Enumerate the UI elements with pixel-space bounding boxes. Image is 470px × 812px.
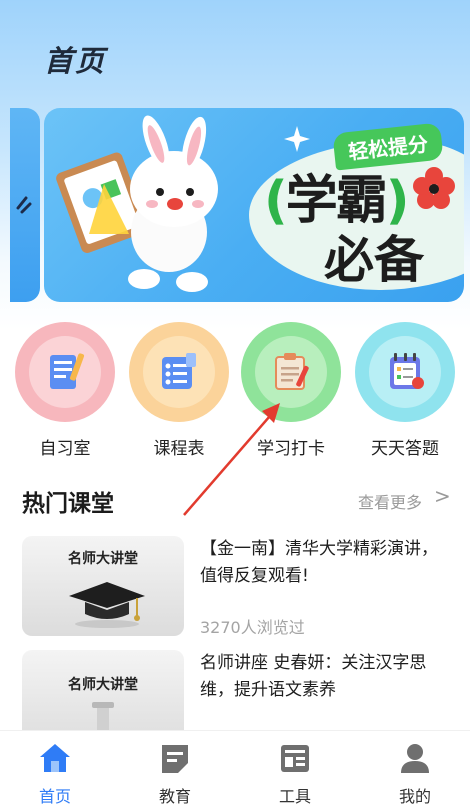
schedule-icon	[162, 353, 196, 389]
course-thumbnail: 名师大讲堂	[22, 650, 184, 730]
shortcut-inner	[29, 336, 101, 408]
check-in-icon	[275, 353, 309, 390]
banner-previous-slide[interactable]	[10, 108, 40, 302]
bottom-tab-bar: 首页 教育 工具 我的	[0, 730, 470, 812]
course-title: 【金一南】清华大学精彩演讲，值得反复观看!	[200, 539, 438, 586]
podium-icon	[92, 702, 114, 730]
tab-label: 教育	[158, 787, 191, 806]
profile-icon	[401, 744, 429, 773]
hot-courses-title: 热门课堂	[22, 491, 114, 517]
chevron-right-icon[interactable]: >	[434, 484, 451, 508]
shortcut-ring	[15, 322, 115, 422]
home-icon	[40, 744, 70, 772]
course-thumbnail: 名师大讲堂	[22, 536, 184, 636]
tab-label: 工具	[278, 787, 311, 806]
course-card[interactable]: 名师大讲堂 【金一南】清华大学精彩演讲，值得反复观看! 3270人浏览过	[22, 536, 452, 640]
thumbnail-title: 名师大讲堂	[68, 677, 138, 693]
flower-decoration-icon	[413, 167, 455, 209]
shortcut-ring	[355, 322, 455, 422]
tab-home[interactable]: 首页	[15, 741, 95, 807]
shortcut-inner	[369, 336, 441, 408]
tab-profile[interactable]: 我的	[375, 741, 455, 807]
page-title: 首页	[44, 44, 107, 78]
slide-peek-graphic	[16, 196, 32, 214]
thumbnail-title: 名师大讲堂	[68, 551, 138, 567]
shortcut-study-room[interactable]: 自习室	[10, 322, 120, 459]
sparkle-decoration-icon	[284, 126, 310, 152]
education-icon	[162, 745, 188, 773]
course-title: 名师讲座 史春妍：关注汉字思维，提升语文素养	[200, 653, 427, 700]
tab-tools[interactable]: 工具	[255, 741, 335, 807]
tab-label: 首页	[38, 787, 71, 806]
view-more-link[interactable]: 查看更多	[358, 489, 422, 513]
course-card[interactable]: 名师大讲堂 名师讲座 史春妍：关注汉字思维，提升语文素养	[22, 650, 452, 730]
graduation-cap-icon	[69, 582, 145, 628]
tab-education[interactable]: 教育	[135, 741, 215, 807]
daily-quiz-icon	[390, 353, 424, 389]
study-room-icon	[50, 353, 85, 389]
tab-label: 我的	[398, 787, 431, 806]
tools-icon	[281, 745, 309, 772]
shortcut-label: 自习室	[39, 439, 91, 459]
course-view-count: 3270人浏览过	[200, 618, 305, 637]
shortcut-daily-quiz[interactable]: 天天答题	[350, 322, 460, 459]
shortcut-label: 天天答题	[371, 439, 439, 459]
annotation-arrow	[183, 403, 280, 516]
banner-slide[interactable]: 轻松提分 (学霸) 必备	[44, 108, 464, 302]
bunny-mascot-illustration	[56, 115, 218, 292]
banner-headline-line2: 必备	[324, 231, 424, 289]
